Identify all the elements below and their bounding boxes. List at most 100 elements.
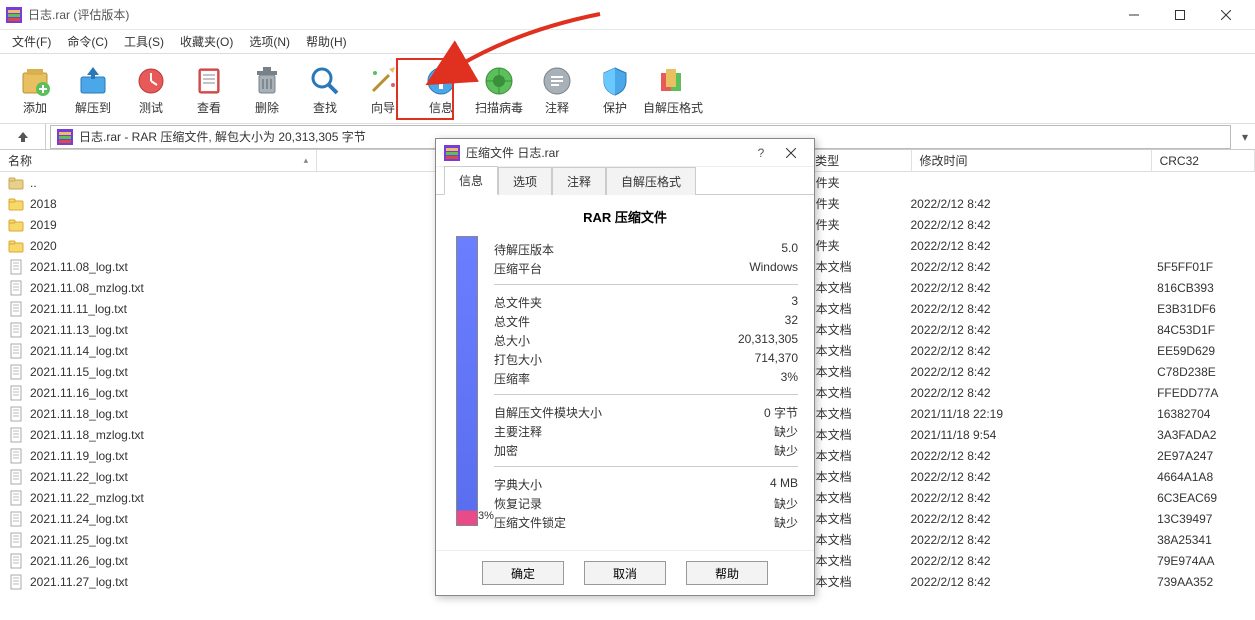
menu-file[interactable]: 文件(F) [4,31,59,52]
menu-options[interactable]: 选项(N) [241,31,298,52]
file-date: 2022/2/12 8:42 [902,382,1149,403]
cancel-button[interactable]: 取消 [584,561,666,585]
file-icon [8,343,24,359]
menu-command[interactable]: 命令(C) [59,31,116,52]
tab-sfx[interactable]: 自解压格式 [606,167,696,195]
info-key: 总文件夹 [494,294,542,311]
app-icon [6,7,22,23]
sort-asc-icon: ▴ [304,155,309,166]
tool-view[interactable]: 查看 [184,61,234,121]
find-icon [309,65,341,97]
address-dropdown[interactable]: ▾ [1235,130,1255,144]
tool-protect[interactable]: 保护 [590,61,640,121]
protect-icon [599,65,631,97]
tool-find[interactable]: 查找 [300,61,350,121]
dialog-help-button[interactable]: ? [746,139,776,167]
file-crc: 84C53D1F [1149,319,1255,340]
info-key: 打包大小 [494,351,542,368]
menu-favorites[interactable]: 收藏夹(O) [172,31,241,52]
file-name: 2021.11.22_mzlog.txt [30,491,144,505]
info-key: 字典大小 [494,476,542,493]
add-icon [19,65,51,97]
menu-help[interactable]: 帮助(H) [298,31,355,52]
file-icon [8,532,24,548]
maximize-button[interactable] [1157,0,1203,30]
file-crc [1149,172,1255,193]
file-date: 2022/2/12 8:42 [902,508,1149,529]
file-name: 2021.11.08_log.txt [30,260,128,274]
info-icon [425,65,457,97]
file-date [902,172,1149,193]
info-key: 加密 [494,442,518,459]
file-name: 2018 [30,197,57,211]
tab-options[interactable]: 选项 [498,167,552,195]
info-key: 主要注释 [494,423,542,440]
tool-test[interactable]: 测试 [126,61,176,121]
file-name: 2021.11.24_log.txt [30,512,128,526]
file-crc: 16382704 [1149,403,1255,424]
file-name: 2021.11.15_log.txt [30,365,128,379]
tool-sfx[interactable]: 自解压格式 [648,61,698,121]
tool-delete[interactable]: 删除 [242,61,292,121]
folder-icon [8,196,24,212]
file-name: 2019 [30,218,57,232]
file-name: 2020 [30,239,57,253]
info-value: 32 [785,313,798,330]
file-date: 2022/2/12 8:42 [902,466,1149,487]
file-icon [8,301,24,317]
file-icon [8,574,24,590]
menu-tools[interactable]: 工具(S) [116,31,172,52]
help-button[interactable]: 帮助 [686,561,768,585]
file-date: 2021/11/18 9:54 [902,424,1149,445]
info-key: 压缩率 [494,370,530,387]
close-button[interactable] [1203,0,1249,30]
file-date: 2022/2/12 8:42 [902,277,1149,298]
file-date: 2022/2/12 8:42 [902,445,1149,466]
file-crc: 6C3EAC69 [1149,487,1255,508]
file-icon [8,322,24,338]
info-value: 714,370 [755,351,798,368]
dialog-body: RAR 压缩文件 3% 待解压版本5.0压缩平台Windows总文件夹3总文件3… [436,195,814,550]
file-date: 2022/2/12 8:42 [902,571,1149,592]
tool-extract[interactable]: 解压到 [68,61,118,121]
file-name: 2021.11.11_log.txt [30,302,127,316]
file-date: 2022/2/12 8:42 [902,550,1149,571]
file-date: 2022/2/12 8:42 [902,235,1149,256]
file-icon [8,406,24,422]
file-icon [8,427,24,443]
menubar: 文件(F) 命令(C) 工具(S) 收藏夹(O) 选项(N) 帮助(H) [0,30,1255,54]
file-name: 2021.11.14_log.txt [30,344,128,358]
file-date: 2022/2/12 8:42 [902,340,1149,361]
tool-info[interactable]: 信息 [416,61,466,121]
col-type[interactable]: 类型 [807,150,911,172]
file-icon [8,280,24,296]
tool-comment[interactable]: 注释 [532,61,582,121]
file-crc: 816CB393 [1149,277,1255,298]
file-name: 2021.11.19_log.txt [30,449,128,463]
info-value: 5.0 [781,241,798,258]
tool-scan[interactable]: 扫描病毒 [474,61,524,121]
tool-add[interactable]: 添加 [10,61,60,121]
tab-info[interactable]: 信息 [444,166,498,195]
ok-button[interactable]: 确定 [482,561,564,585]
file-crc: 79E974AA [1149,550,1255,571]
file-icon [8,553,24,569]
tab-comment[interactable]: 注释 [552,167,606,195]
file-crc: FFEDD77A [1149,382,1255,403]
dialog-close-button[interactable] [776,139,806,167]
delete-icon [251,65,283,97]
window-title: 日志.rar (评估版本) [28,6,1111,23]
file-crc: 2E97A247 [1149,445,1255,466]
col-crc[interactable]: CRC32 [1152,150,1255,172]
info-value: 缺少 [774,423,798,440]
ratio-label: 3% [478,510,494,522]
tool-wizard[interactable]: 向导 [358,61,408,121]
col-date[interactable]: 修改时间 [912,150,1152,172]
file-crc: 13C39497 [1149,508,1255,529]
up-button[interactable] [0,124,46,150]
file-icon [8,511,24,527]
address-text: 日志.rar - RAR 压缩文件, 解包大小为 20,313,305 字节 [79,128,366,145]
minimize-button[interactable] [1111,0,1157,30]
col-name[interactable]: 名称▴ [0,150,317,172]
dialog-title: 压缩文件 日志.rar [466,144,746,161]
